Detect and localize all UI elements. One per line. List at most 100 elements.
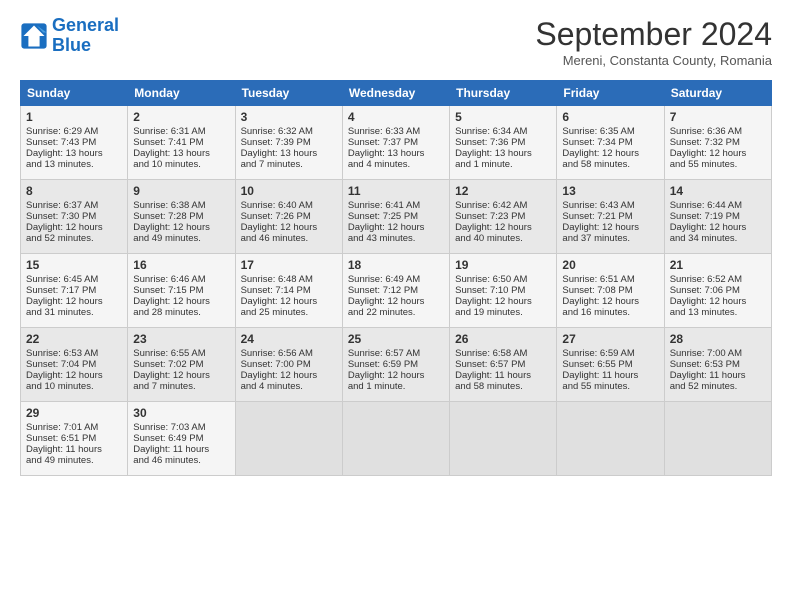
day-info: Daylight: 13 hours bbox=[133, 148, 229, 159]
day-info: Daylight: 12 hours bbox=[348, 222, 444, 233]
table-row: 30Sunrise: 7:03 AMSunset: 6:49 PMDayligh… bbox=[128, 402, 235, 476]
calendar-row: 22Sunrise: 6:53 AMSunset: 7:04 PMDayligh… bbox=[21, 328, 772, 402]
day-info: and 58 minutes. bbox=[562, 159, 658, 170]
header: General Blue September 2024 Mereni, Cons… bbox=[20, 16, 772, 68]
table-row: 19Sunrise: 6:50 AMSunset: 7:10 PMDayligh… bbox=[450, 254, 557, 328]
day-info: Daylight: 12 hours bbox=[241, 296, 337, 307]
day-info: and 37 minutes. bbox=[562, 233, 658, 244]
day-info: Sunrise: 6:29 AM bbox=[26, 126, 122, 137]
table-row bbox=[557, 402, 664, 476]
month-title: September 2024 bbox=[535, 16, 772, 53]
day-info: and 1 minute. bbox=[455, 159, 551, 170]
day-info: Sunset: 7:23 PM bbox=[455, 211, 551, 222]
day-info: and 13 minutes. bbox=[670, 307, 766, 318]
day-info: and 25 minutes. bbox=[241, 307, 337, 318]
day-info: Daylight: 12 hours bbox=[562, 296, 658, 307]
table-row: 4Sunrise: 6:33 AMSunset: 7:37 PMDaylight… bbox=[342, 106, 449, 180]
day-info: and 49 minutes. bbox=[133, 233, 229, 244]
day-info: Sunset: 7:17 PM bbox=[26, 285, 122, 296]
day-info: Sunset: 7:41 PM bbox=[133, 137, 229, 148]
day-info: Sunset: 7:12 PM bbox=[348, 285, 444, 296]
day-info: Sunset: 6:57 PM bbox=[455, 359, 551, 370]
table-row: 16Sunrise: 6:46 AMSunset: 7:15 PMDayligh… bbox=[128, 254, 235, 328]
day-info: and 55 minutes. bbox=[670, 159, 766, 170]
table-row bbox=[235, 402, 342, 476]
day-info: Daylight: 12 hours bbox=[241, 370, 337, 381]
col-sunday: Sunday bbox=[21, 81, 128, 106]
table-row: 10Sunrise: 6:40 AMSunset: 7:26 PMDayligh… bbox=[235, 180, 342, 254]
day-info: Sunset: 7:26 PM bbox=[241, 211, 337, 222]
table-row: 18Sunrise: 6:49 AMSunset: 7:12 PMDayligh… bbox=[342, 254, 449, 328]
logo-icon bbox=[20, 22, 48, 50]
day-info: Sunrise: 6:34 AM bbox=[455, 126, 551, 137]
day-info: Daylight: 11 hours bbox=[562, 370, 658, 381]
day-info: and 19 minutes. bbox=[455, 307, 551, 318]
col-friday: Friday bbox=[557, 81, 664, 106]
day-info: Sunset: 7:39 PM bbox=[241, 137, 337, 148]
table-row: 17Sunrise: 6:48 AMSunset: 7:14 PMDayligh… bbox=[235, 254, 342, 328]
table-row: 26Sunrise: 6:58 AMSunset: 6:57 PMDayligh… bbox=[450, 328, 557, 402]
day-info: Sunset: 6:59 PM bbox=[348, 359, 444, 370]
day-info: and 43 minutes. bbox=[348, 233, 444, 244]
day-number: 28 bbox=[670, 332, 766, 346]
day-number: 15 bbox=[26, 258, 122, 272]
day-info: Sunrise: 6:56 AM bbox=[241, 348, 337, 359]
day-info: Sunrise: 6:50 AM bbox=[455, 274, 551, 285]
day-info: Daylight: 12 hours bbox=[562, 222, 658, 233]
day-number: 27 bbox=[562, 332, 658, 346]
table-row: 24Sunrise: 6:56 AMSunset: 7:00 PMDayligh… bbox=[235, 328, 342, 402]
day-number: 5 bbox=[455, 110, 551, 124]
day-info: Sunset: 7:37 PM bbox=[348, 137, 444, 148]
day-info: Sunset: 7:02 PM bbox=[133, 359, 229, 370]
day-info: Daylight: 12 hours bbox=[455, 296, 551, 307]
table-row: 11Sunrise: 6:41 AMSunset: 7:25 PMDayligh… bbox=[342, 180, 449, 254]
calendar-row: 15Sunrise: 6:45 AMSunset: 7:17 PMDayligh… bbox=[21, 254, 772, 328]
table-row bbox=[342, 402, 449, 476]
day-info: Daylight: 12 hours bbox=[133, 370, 229, 381]
day-number: 23 bbox=[133, 332, 229, 346]
day-number: 30 bbox=[133, 406, 229, 420]
day-info: Sunset: 6:53 PM bbox=[670, 359, 766, 370]
calendar-table: Sunday Monday Tuesday Wednesday Thursday… bbox=[20, 80, 772, 476]
day-number: 25 bbox=[348, 332, 444, 346]
day-info: and 52 minutes. bbox=[670, 381, 766, 392]
day-info: and 4 minutes. bbox=[348, 159, 444, 170]
day-info: Sunrise: 6:32 AM bbox=[241, 126, 337, 137]
day-number: 22 bbox=[26, 332, 122, 346]
day-number: 6 bbox=[562, 110, 658, 124]
day-info: and 22 minutes. bbox=[348, 307, 444, 318]
day-info: and 1 minute. bbox=[348, 381, 444, 392]
day-info: Sunrise: 6:38 AM bbox=[133, 200, 229, 211]
day-info: Daylight: 12 hours bbox=[348, 296, 444, 307]
day-info: Daylight: 12 hours bbox=[670, 222, 766, 233]
day-info: Daylight: 12 hours bbox=[455, 222, 551, 233]
day-number: 8 bbox=[26, 184, 122, 198]
day-number: 20 bbox=[562, 258, 658, 272]
table-row: 21Sunrise: 6:52 AMSunset: 7:06 PMDayligh… bbox=[664, 254, 771, 328]
day-info: Daylight: 13 hours bbox=[348, 148, 444, 159]
day-info: Sunset: 7:06 PM bbox=[670, 285, 766, 296]
day-info: Sunrise: 6:41 AM bbox=[348, 200, 444, 211]
calendar-row: 29Sunrise: 7:01 AMSunset: 6:51 PMDayligh… bbox=[21, 402, 772, 476]
day-number: 4 bbox=[348, 110, 444, 124]
day-info: Sunrise: 7:00 AM bbox=[670, 348, 766, 359]
day-info: and 55 minutes. bbox=[562, 381, 658, 392]
day-number: 1 bbox=[26, 110, 122, 124]
day-info: Daylight: 12 hours bbox=[26, 370, 122, 381]
day-info: Sunset: 7:14 PM bbox=[241, 285, 337, 296]
day-info: Daylight: 12 hours bbox=[348, 370, 444, 381]
day-number: 14 bbox=[670, 184, 766, 198]
day-number: 13 bbox=[562, 184, 658, 198]
day-number: 2 bbox=[133, 110, 229, 124]
day-info: and 46 minutes. bbox=[241, 233, 337, 244]
table-row: 23Sunrise: 6:55 AMSunset: 7:02 PMDayligh… bbox=[128, 328, 235, 402]
day-info: and 52 minutes. bbox=[26, 233, 122, 244]
day-number: 24 bbox=[241, 332, 337, 346]
day-info: Daylight: 12 hours bbox=[26, 296, 122, 307]
day-info: Sunrise: 6:36 AM bbox=[670, 126, 766, 137]
day-info: Daylight: 11 hours bbox=[133, 444, 229, 455]
day-info: Sunset: 7:15 PM bbox=[133, 285, 229, 296]
logo-blue: Blue bbox=[52, 36, 119, 56]
day-number: 10 bbox=[241, 184, 337, 198]
day-info: Sunset: 6:51 PM bbox=[26, 433, 122, 444]
